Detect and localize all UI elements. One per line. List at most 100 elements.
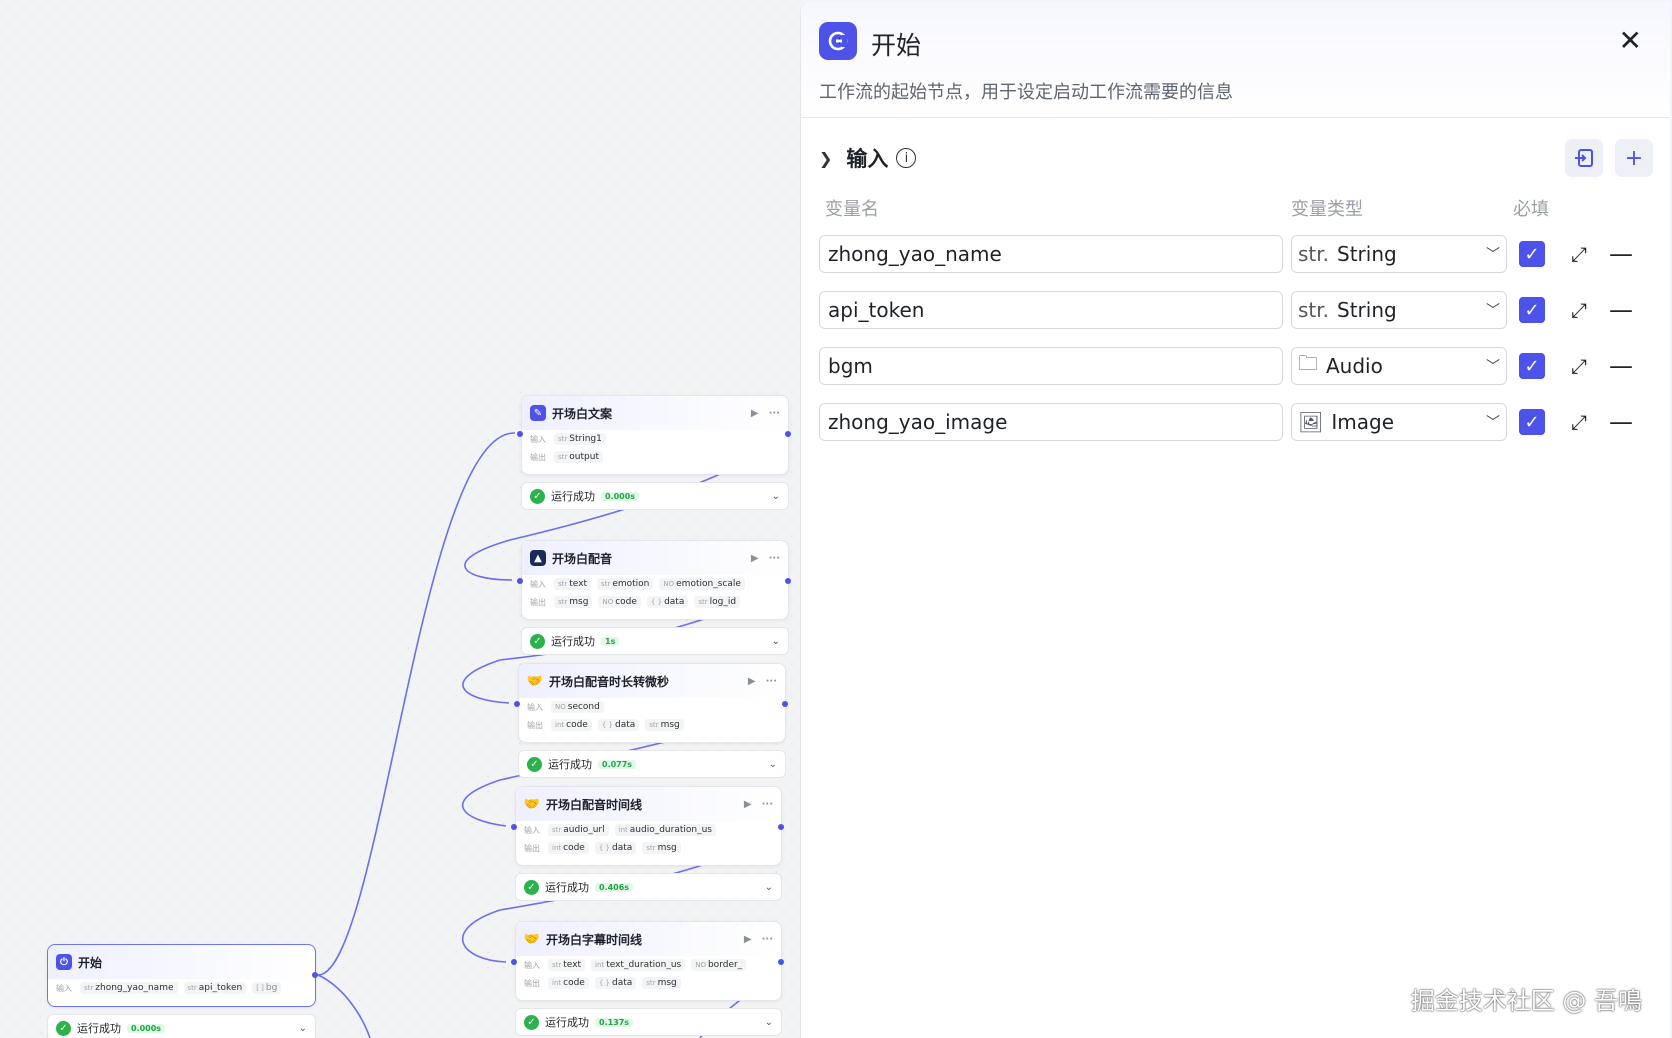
expand-icon[interactable]: ⤢ <box>1567 410 1591 434</box>
col-type-header: 变量类型 <box>1291 199 1363 220</box>
section-title: 输入 <box>846 147 889 171</box>
chevron-down-icon: ﹀ <box>1486 247 1500 263</box>
start-node-icon <box>819 22 857 60</box>
node-inputs: 输入 str text int text_duration_us NO border_ <box>516 956 781 974</box>
success-icon: ✓ <box>530 488 545 504</box>
output-port[interactable] <box>782 701 788 707</box>
run-icon[interactable]: ▶ <box>744 799 752 810</box>
output-port[interactable] <box>785 431 791 437</box>
node-title: 开场白字幕时间线 <box>546 932 643 947</box>
output-port[interactable] <box>778 824 784 830</box>
chevron-down-icon[interactable]: ❯ <box>819 149 832 168</box>
node-inputs: 输入 str zhong_yao_name str api_token [ ] bg <box>48 979 315 997</box>
run-icon[interactable]: ▶ <box>744 934 752 945</box>
output-chip: str output <box>554 451 603 463</box>
node-opening-text[interactable]: ✎ 开场白文案 ▶ ··· 输入 str String1 输出 str output <box>521 395 789 475</box>
output-port[interactable] <box>785 578 791 584</box>
variable-rows: zhong_yao_name str. String ﹀ ✓ ⤢ — api_t… <box>819 234 1653 442</box>
plus-icon: + <box>1624 145 1644 171</box>
add-variable-button[interactable]: + <box>1615 139 1653 177</box>
input-port[interactable] <box>514 701 520 707</box>
run-status[interactable]: ✓ 运行成功 0.000s ⌄ <box>521 482 789 510</box>
handshake-icon: 🤝 <box>526 673 544 689</box>
output-port[interactable] <box>312 972 318 978</box>
input-port[interactable] <box>517 431 523 437</box>
expand-icon[interactable]: ⤢ <box>1567 298 1591 322</box>
run-status[interactable]: ✓ 运行成功 0.077s ⌄ <box>518 750 786 778</box>
run-status[interactable]: ✓ 运行成功 0.000s ⌄ <box>47 1014 316 1038</box>
variable-row: bgm 🗀 Audio ﹀ ✓ ⤢ — <box>819 346 1653 386</box>
node-opening-voice[interactable]: ▲ 开场白配音 ▶ ··· 输入 str text str emotion NO emo… <box>521 540 789 620</box>
run-status[interactable]: ✓ 运行成功 0.406s ⌄ <box>515 873 782 901</box>
success-icon: ✓ <box>524 1014 539 1030</box>
info-icon[interactable]: i <box>896 148 917 168</box>
node-title: 开场白配音 <box>552 551 613 566</box>
success-icon: ✓ <box>530 633 545 649</box>
chevron-down-icon: ﹀ <box>1486 415 1500 431</box>
node-inputs: 输入 NO second <box>519 698 785 716</box>
panel-header: 开始 ✕ 工作流的起始节点，用于设定启动工作流需要的信息 <box>801 2 1670 118</box>
chevron-down-icon[interactable]: ⌄ <box>772 636 780 647</box>
more-icon[interactable]: ··· <box>766 676 777 687</box>
node-voice-duration-convert[interactable]: 🤝 开场白配音时长转微秒 ▶ ··· 输入 NO second 输出 int code… <box>518 663 786 743</box>
required-checkbox[interactable]: ✓ <box>1519 297 1545 323</box>
variable-name-input[interactable]: zhong_yao_image <box>819 403 1283 441</box>
variable-name-input[interactable]: api_token <box>819 291 1283 329</box>
workflow-canvas[interactable]: ✎ 开场白文案 ▶ ··· 输入 str String1 输出 str output … <box>0 0 800 1038</box>
variable-row: zhong_yao_image 🖼 Image ﹀ ✓ ⤢ — <box>819 402 1653 442</box>
section-header: ❯ 输入 i + <box>819 139 1653 177</box>
remove-icon[interactable]: — <box>1609 352 1633 380</box>
import-button[interactable] <box>1565 139 1603 177</box>
node-start[interactable]: ⏻ 开始 输入 str zhong_yao_name str api_token [… <box>47 944 316 1007</box>
run-status[interactable]: ✓ 运行成功 0.137s ⌄ <box>515 1008 782 1036</box>
variable-type-select[interactable]: str. String ﹀ <box>1291 291 1507 329</box>
variable-type-select[interactable]: 🖼 Image ﹀ <box>1291 403 1507 441</box>
run-icon[interactable]: ▶ <box>748 676 756 687</box>
run-status[interactable]: ✓ 运行成功 1s ⌄ <box>521 627 789 655</box>
string-type-icon: str. <box>1298 298 1330 322</box>
variable-type-select[interactable]: 🗀 Audio ﹀ <box>1291 347 1507 385</box>
chevron-down-icon[interactable]: ⌄ <box>299 1023 307 1034</box>
node-title: 开场白文案 <box>552 406 613 421</box>
expand-icon[interactable]: ⤢ <box>1567 354 1591 378</box>
node-subtitle-timeline[interactable]: 🤝 开场白字幕时间线 ▶ ··· 输入 str text int text_durat… <box>515 921 782 1001</box>
input-chip: str String1 <box>554 433 606 445</box>
variable-name-input[interactable]: bgm <box>819 347 1283 385</box>
required-checkbox[interactable]: ✓ <box>1519 241 1545 267</box>
chevron-down-icon: ﹀ <box>1486 303 1500 319</box>
required-checkbox[interactable]: ✓ <box>1519 409 1545 435</box>
run-icon[interactable]: ▶ <box>751 553 759 564</box>
chevron-down-icon[interactable]: ⌄ <box>765 1017 773 1028</box>
variable-name-input[interactable]: zhong_yao_name <box>819 235 1283 273</box>
expand-icon[interactable]: ⤢ <box>1567 242 1591 266</box>
node-outputs: 输出 str output <box>522 448 788 466</box>
node-header: ✎ 开场白文案 ▶ ··· <box>522 396 788 430</box>
remove-icon[interactable]: — <box>1609 296 1633 324</box>
chevron-down-icon[interactable]: ⌄ <box>769 759 777 770</box>
variable-type-select[interactable]: str. String ﹀ <box>1291 235 1507 273</box>
close-icon[interactable]: ✕ <box>1619 24 1642 57</box>
output-port[interactable] <box>778 959 784 965</box>
variable-row: zhong_yao_name str. String ﹀ ✓ ⤢ — <box>819 234 1653 274</box>
node-voice-timeline[interactable]: 🤝 开场白配音时间线 ▶ ··· 输入 str audio_url int audio… <box>515 786 782 866</box>
node-outputs: 输出 int code { } data str msg <box>519 716 785 734</box>
node-header: 🤝 开场白配音时长转微秒 ▶ ··· <box>519 664 785 698</box>
input-port[interactable] <box>517 578 523 584</box>
more-icon[interactable]: ··· <box>769 553 780 564</box>
folder-icon: 🗀 <box>1298 351 1318 375</box>
more-icon[interactable]: ··· <box>762 799 773 810</box>
more-icon[interactable]: ··· <box>762 934 773 945</box>
col-required-header: 必填 <box>1513 199 1549 220</box>
chevron-down-icon[interactable]: ⌄ <box>765 882 773 893</box>
more-icon[interactable]: ··· <box>769 408 780 419</box>
run-icon[interactable]: ▶ <box>751 408 759 419</box>
chevron-down-icon: ﹀ <box>1486 359 1500 375</box>
required-checkbox[interactable]: ✓ <box>1519 353 1545 379</box>
remove-icon[interactable]: — <box>1609 240 1633 268</box>
panel-description: 工作流的起始节点，用于设定启动工作流需要的信息 <box>819 82 1233 103</box>
input-port[interactable] <box>511 959 517 965</box>
input-port[interactable] <box>511 824 517 830</box>
node-header: 🤝 开场白字幕时间线 ▶ ··· <box>516 922 781 956</box>
remove-icon[interactable]: — <box>1609 408 1633 436</box>
chevron-down-icon[interactable]: ⌄ <box>772 491 780 502</box>
